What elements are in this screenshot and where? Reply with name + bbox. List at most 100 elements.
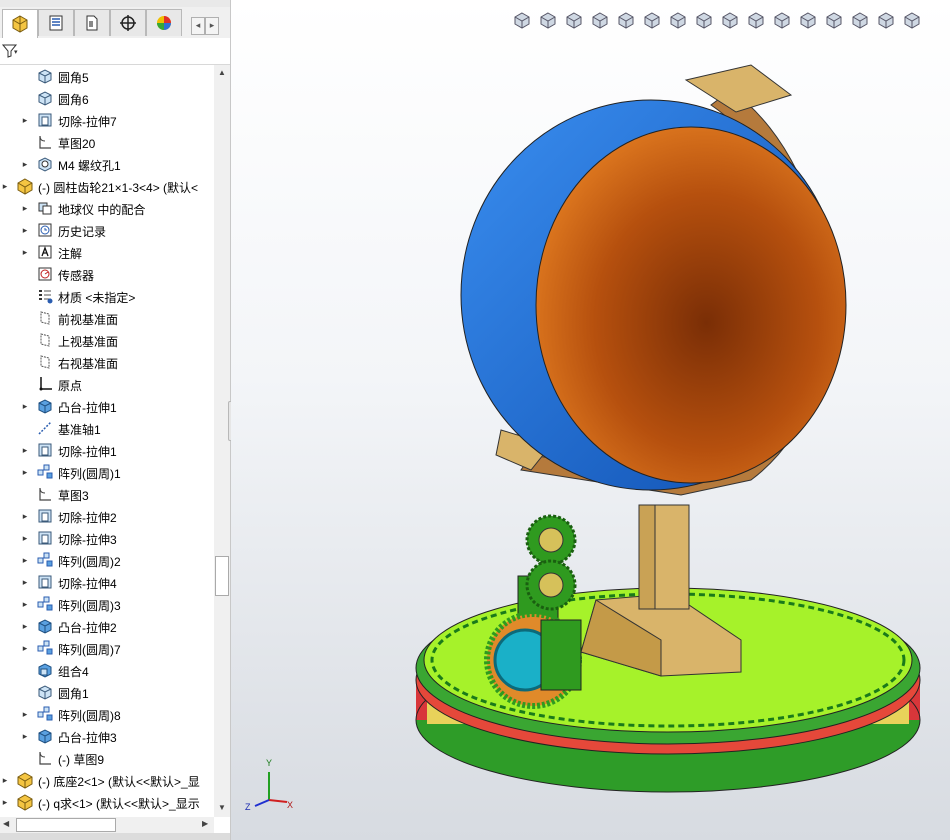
tree-item[interactable]: ▸ 历史记录 [0,219,214,241]
tree-item[interactable]: ▸ 凸台-拉伸3 [0,725,214,747]
tree-item-label: 基准轴1 [58,423,101,437]
expand-arrow-icon[interactable]: ▸ [20,224,30,236]
expand-arrow-icon[interactable]: ▸ [0,774,10,786]
expand-arrow-icon[interactable]: ▸ [20,708,30,720]
tree-item-label: 阵列(圆周)7 [58,643,121,657]
tree-item[interactable]: ▸ 切除-拉伸4 [0,571,214,593]
tree-item[interactable]: 右视基准面 [0,351,214,373]
tree-item[interactable]: ▸ 切除-拉伸2 [0,505,214,527]
tree-item[interactable]: 上视基准面 [0,329,214,351]
tree-item[interactable]: (-) 草图9 [0,747,214,769]
tab-dimxpertmanager[interactable] [110,9,146,36]
scroll-down-arrow[interactable]: ▼ [218,803,226,812]
expand-arrow-icon[interactable]: ▸ [20,114,30,126]
sketch-icon [39,135,51,149]
tree-item-label: 材质 <未指定> [58,291,136,305]
cut-extrude-icon [38,509,52,523]
tree-item[interactable]: ▸ 切除-拉伸7 [0,109,214,131]
tree-item-label: 阵列(圆周)1 [58,467,121,481]
featuremanager-tree-icon [12,15,28,33]
tree-item[interactable]: 传感器 [0,263,214,285]
tree-item[interactable]: ▸ 阵列(圆周)8 [0,703,214,725]
expand-arrow-icon[interactable]: ▸ [20,730,30,742]
tree-item[interactable]: 圆角5 [0,65,214,87]
tree-item[interactable]: 草图20 [0,131,214,153]
expand-arrow-icon[interactable]: ▸ [20,158,30,170]
tree-item[interactable]: ▸ 阵列(圆周)1 [0,461,214,483]
triad-y-label: Y [266,758,273,768]
tree-item[interactable]: ▸ 阵列(圆周)3 [0,593,214,615]
property-manager-icon [49,15,63,31]
tree-item[interactable]: 材质 <未指定> [0,285,214,307]
tab-scroll-right-button[interactable]: ▸ [205,17,219,35]
tree-item[interactable]: ▸ (-) 圆柱齿轮21×1-3<4> (默认< [0,175,214,197]
tree-item-label: 切除-拉伸7 [58,115,117,129]
tree-item-label: M4 螺纹孔1 [58,159,121,173]
triad-z-label: Z [245,802,251,812]
circular-pattern-icon [37,552,53,567]
expand-arrow-icon[interactable]: ▸ [20,642,30,654]
part-component-icon [17,178,33,195]
expand-arrow-icon[interactable]: ▸ [20,444,30,456]
hscroll-right-arrow[interactable]: ▶ [202,819,208,828]
expand-arrow-icon[interactable]: ▸ [0,180,10,192]
tab-configurationmanager[interactable] [74,9,110,36]
expand-arrow-icon[interactable]: ▸ [20,598,30,610]
tree-item[interactable]: ▸ 阵列(圆周)2 [0,549,214,571]
tree-item[interactable]: 圆角1 [0,681,214,703]
tree-item[interactable]: ▸ 地球仪 中的配合 [0,197,214,219]
expand-arrow-icon[interactable]: ▸ [20,620,30,632]
plane-icon [40,311,50,325]
expand-arrow-icon[interactable]: ▸ [20,466,30,478]
tree-vertical-scrollbar[interactable]: ▲ ▼ [214,65,230,817]
expand-arrow-icon[interactable]: ▸ [20,554,30,566]
document-tab-strip [0,0,230,7]
circular-pattern-icon [37,640,53,655]
scroll-up-arrow[interactable]: ▲ [218,68,226,77]
tree-item[interactable]: ▸ 切除-拉伸1 [0,439,214,461]
tree-item[interactable]: ▸ 凸台-拉伸1 [0,395,214,417]
tree-item[interactable]: ▸ (-) q求<1> (默认<<默认>_显示 [0,791,214,813]
expand-arrow-icon[interactable]: ▸ [20,246,30,258]
model-view[interactable] [231,0,950,840]
tree-item-label: 前视基准面 [58,313,119,327]
expand-arrow-icon[interactable]: ▸ [20,576,30,588]
tree-item-label: 注解 [58,247,83,261]
expand-arrow-icon[interactable]: ▸ [0,796,10,808]
mates-icon [38,202,52,215]
cut-extrude-icon [38,531,52,545]
tab-propertymanager[interactable] [38,9,74,36]
graphics-area[interactable]: Y X Z [231,0,950,840]
tree-item[interactable]: 前视基准面 [0,307,214,329]
tree-item[interactable]: ▸ (-) 底座2<1> (默认<<默认>_显 [0,769,214,791]
tree-item-label: 草图20 [58,137,96,151]
tree-horizontal-scrollbar[interactable]: ◀ ▶ [0,817,214,833]
scroll-thumb[interactable] [215,556,229,596]
hscroll-thumb[interactable] [16,818,116,832]
tree-item[interactable]: ▸ M4 螺纹孔1 [0,153,214,175]
cut-extrude-icon [38,443,52,457]
expand-arrow-icon[interactable]: ▸ [20,400,30,412]
tree-item-label: 切除-拉伸4 [58,577,117,591]
tree-item[interactable]: 基准轴1 [0,417,214,439]
tree-item[interactable]: 组合4 [0,659,214,681]
tree-item-label: 组合4 [58,665,89,679]
hscroll-left-arrow[interactable]: ◀ [3,819,9,828]
tree-item[interactable]: 圆角6 [0,87,214,109]
tree-item[interactable]: 草图3 [0,483,214,505]
expand-arrow-icon[interactable]: ▸ [20,202,30,214]
tree-item[interactable]: ▸ 注解 [0,241,214,263]
tree-item[interactable]: ▸ 阵列(圆周)7 [0,637,214,659]
tree-item[interactable]: ▸ 切除-拉伸3 [0,527,214,549]
expand-arrow-icon[interactable]: ▸ [20,532,30,544]
filter-dropdown-icon[interactable]: ▾ [14,48,18,56]
fillet-icon [38,91,52,106]
tree-item-label: 圆角1 [58,687,89,701]
tree-item[interactable]: 原点 [0,373,214,395]
tab-featuremanager[interactable] [2,9,38,38]
fillet-icon [38,69,52,84]
tree-item[interactable]: ▸ 凸台-拉伸2 [0,615,214,637]
tab-displaymanager[interactable] [146,9,182,36]
expand-arrow-icon[interactable]: ▸ [20,510,30,522]
tab-scroll-left-button[interactable]: ◂ [191,17,205,35]
